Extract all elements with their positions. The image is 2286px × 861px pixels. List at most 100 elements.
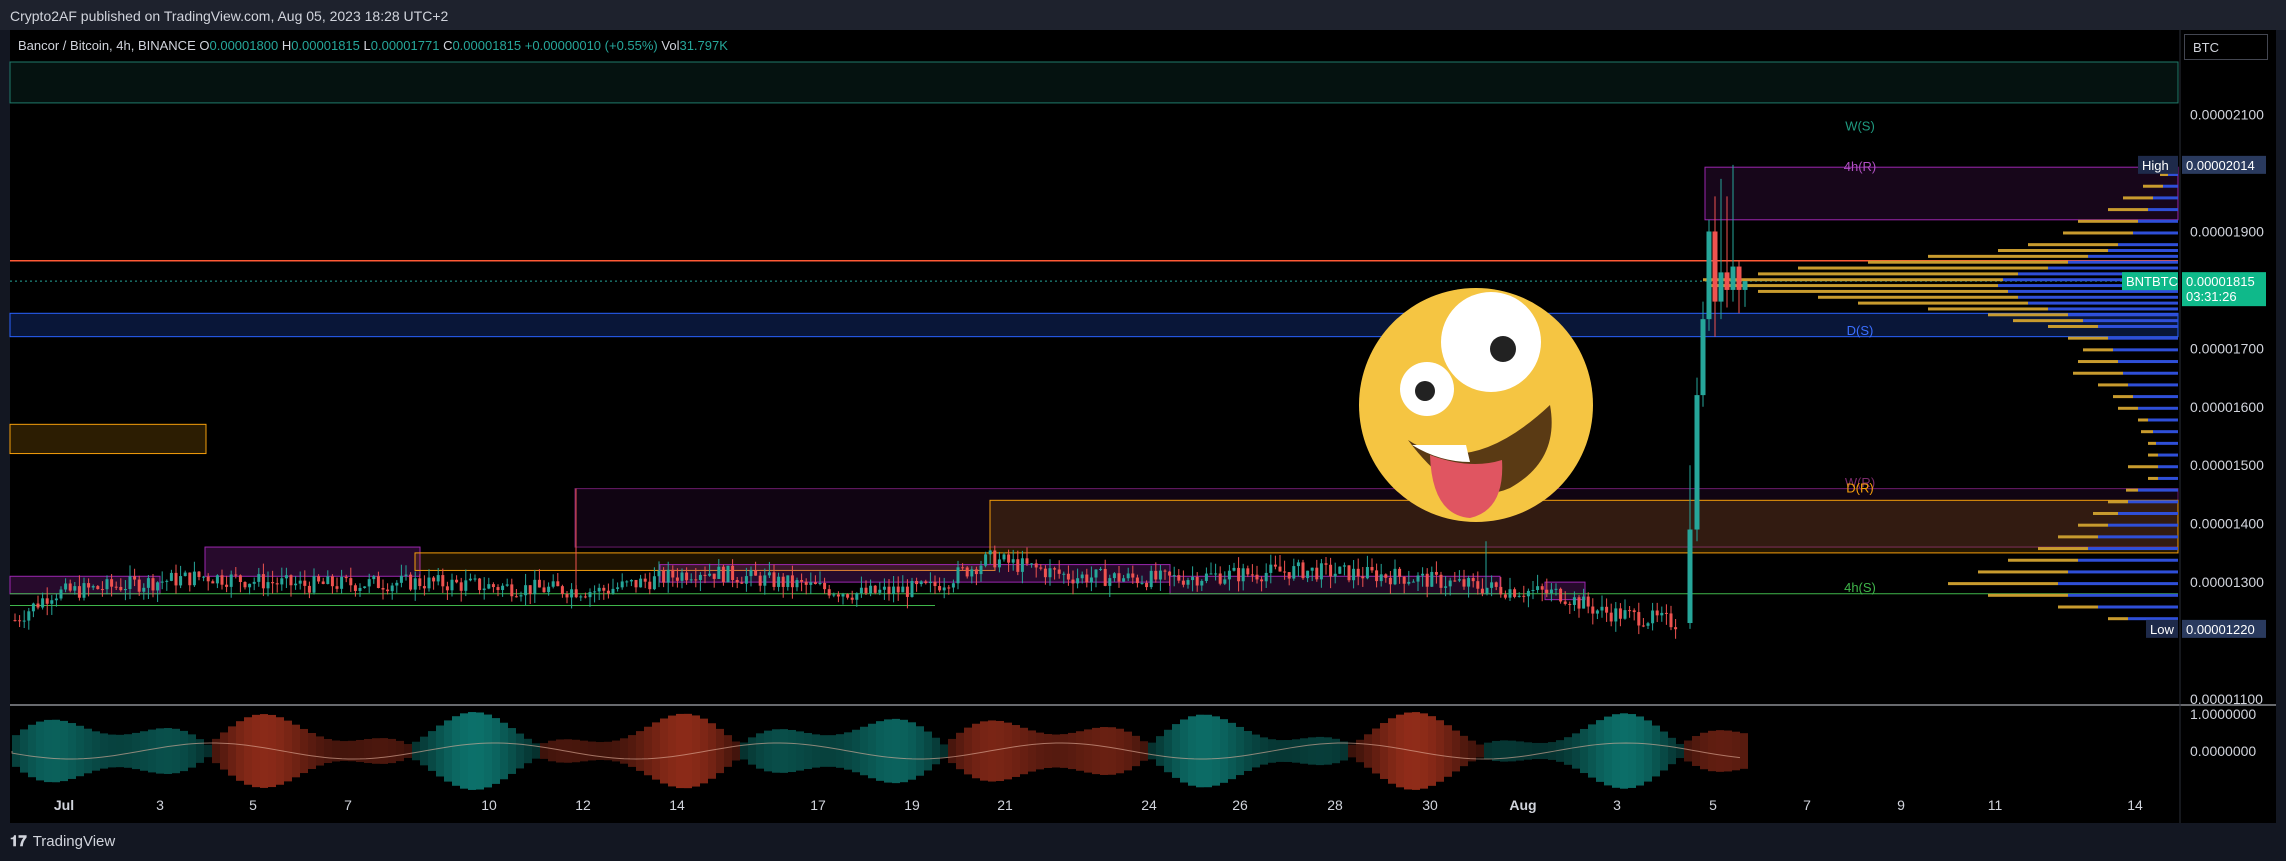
candle-body [1494,582,1498,587]
oscillator-bar [644,726,652,776]
oscillator-bar [316,736,324,766]
candle-body [1476,581,1480,589]
oscillator-bar [172,728,180,774]
candle-body [1609,612,1613,622]
candle-body [1393,568,1397,585]
candle-body [386,589,390,592]
indicator-tick-label: 1.0000000 [2190,706,2256,722]
candle-body [675,577,679,581]
oscillator-bar [1260,737,1268,765]
oscillator-bar [724,735,732,767]
candle-body [248,583,252,588]
oscillator-bar [1084,729,1092,773]
candle-body [1089,577,1093,583]
oscillator-bar [812,734,820,768]
oscillator-bar [948,738,956,764]
volume-profile-bar [2108,249,2178,253]
currency-selector[interactable]: BTC [2184,34,2268,60]
candle-body [381,587,385,590]
candle-body [1439,574,1443,588]
volume-profile-bar [2141,430,2153,434]
volume-profile-bar [1988,313,2068,317]
oscillator-bar [260,714,268,788]
candle-body [409,574,413,590]
candle-body [956,567,960,584]
oscillator-bar [1516,741,1524,761]
oscillator-bar [884,719,892,783]
oscillator-bar [1444,725,1452,777]
daily-resistance-zone [989,499,2179,554]
oscillator-bar [388,738,396,764]
candle-body [588,592,592,598]
y-tick-label: 0.00001700 [2190,340,2264,356]
candle-body [160,581,164,583]
volume-profile-bar [2083,319,2178,323]
candle-body [510,584,514,597]
candle-body [1301,562,1305,579]
candle-body [1158,570,1162,580]
zone-label: D(S) [1847,323,1874,338]
candle-body [882,586,886,590]
candle-body [892,586,896,594]
oscillator-bar [1004,722,1012,780]
candle-body [593,591,597,593]
candle-body [243,582,247,588]
volume-profile-bar [1798,266,2048,270]
candle-body [979,565,983,575]
volume-profile-bar [2148,453,2158,457]
oscillator-bar [716,728,724,774]
oscillator-bar [196,739,204,763]
candle-body [45,598,49,604]
oscillator-bar [660,718,668,784]
oscillator-bar [908,722,916,780]
candle-body [1034,563,1038,568]
candle-body [174,572,178,586]
volume-profile-bar [2158,465,2178,469]
volume-profile-bar [2098,605,2178,609]
volume-profile-bar [1703,278,2003,282]
candle-body [1641,625,1645,627]
candle-body [1568,603,1572,605]
candle-body [749,570,753,577]
candle-body [859,587,863,594]
candle-body [100,589,104,591]
candle-body [1002,554,1006,560]
candle-body [1076,578,1080,584]
y-tick-label: 0.00002100 [2190,107,2264,123]
candle-body [192,571,196,586]
candle-body [1628,610,1632,612]
tradingview-logo[interactable]: 𝟏𝟕 TradingView [10,833,115,850]
y-tick-label: 0.00001600 [2190,399,2264,415]
candle-body [514,596,518,598]
chart-svg[interactable]: W(S)4h(R)D(S)W(R)D(R)4h(S)0.000021000.00… [0,0,2286,861]
candle-body [82,583,86,598]
oscillator-bar [164,728,172,774]
candle-body [77,586,81,598]
candle-body [1736,266,1742,290]
candle-body [119,586,123,591]
candle-body [726,565,730,583]
oscillator-bar [964,727,972,775]
candle-body [1540,586,1544,590]
x-tick-label: 28 [1327,797,1343,813]
oscillator-bar [876,721,884,781]
oscillator-bar [820,735,828,767]
oscillator-bar [492,718,500,784]
candle-body [459,582,463,591]
candle-body [905,586,909,597]
candle-body [519,595,523,597]
candle-body [340,576,344,589]
oscillator-bar [1612,714,1620,788]
candle-body [970,569,974,577]
candle-body [422,586,426,589]
volume-profile-bar [2148,208,2178,212]
candle-body [1338,566,1342,574]
candle-body [606,590,610,594]
oscillator-bar [1292,739,1300,763]
volume-profile-bar [2148,476,2158,480]
candle-body [1637,612,1641,626]
x-tick-label: 11 [1988,797,2003,813]
oscillator-bar [380,738,388,764]
oscillator-bar [1380,723,1388,779]
candle-body [933,581,937,587]
